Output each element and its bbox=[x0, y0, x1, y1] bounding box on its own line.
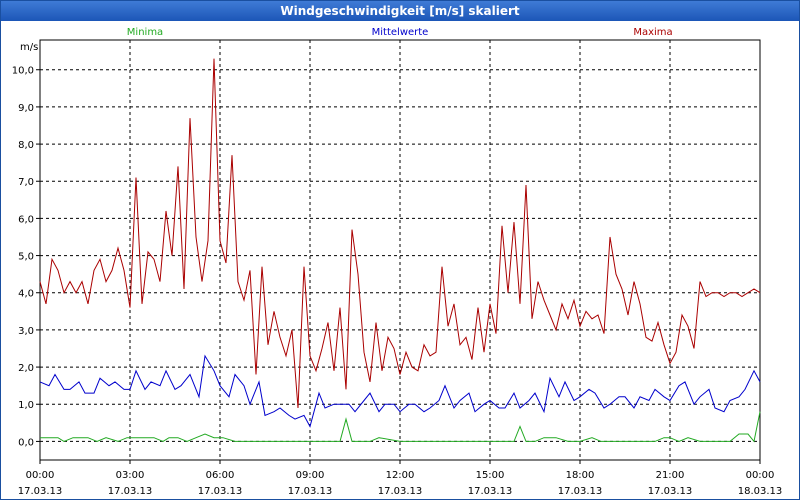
y-tick-label: 10,0 bbox=[12, 66, 34, 77]
x-tick-date: 17.03.13 bbox=[108, 486, 153, 497]
x-tick-time: 03:00 bbox=[116, 470, 145, 481]
y-axis-ticks: 0,0 1,0 2,0 3,0 4,0 5,0 6,0 7,0 8,0 9,0 10,0 bbox=[12, 66, 40, 448]
y-tick-label: 4,0 bbox=[18, 289, 34, 300]
x-tick-time: 15:00 bbox=[476, 470, 505, 481]
x-tick-date: 17.03.13 bbox=[198, 486, 243, 497]
y-tick-label: 9,0 bbox=[18, 103, 34, 114]
x-tick-time: 21:00 bbox=[656, 470, 685, 481]
y-tick-label: 0,0 bbox=[18, 437, 34, 448]
x-tick-time: 18:00 bbox=[566, 470, 595, 481]
x-tick-time: 00:00 bbox=[746, 470, 775, 481]
x-tick-date: 17.03.13 bbox=[288, 486, 333, 497]
y-tick-label: 8,0 bbox=[18, 140, 34, 151]
y-tick-label: 7,0 bbox=[18, 177, 34, 188]
legend-minima: Minima bbox=[127, 27, 163, 38]
y-tick-label: 5,0 bbox=[18, 252, 34, 263]
y-tick-label: 1,0 bbox=[18, 400, 34, 411]
y-tick-label: 3,0 bbox=[18, 326, 34, 337]
x-tick-date: 18.03.13 bbox=[738, 486, 783, 497]
x-tick-time: 12:00 bbox=[386, 470, 415, 481]
y-tick-label: 6,0 bbox=[18, 214, 34, 225]
x-tick-time: 06:00 bbox=[206, 470, 235, 481]
grid bbox=[40, 40, 760, 460]
x-tick-date: 17.03.13 bbox=[18, 486, 63, 497]
x-tick-date: 17.03.13 bbox=[558, 486, 603, 497]
legend-mittelwerte: Mittelwerte bbox=[372, 27, 429, 38]
x-tick-date: 17.03.13 bbox=[648, 486, 693, 497]
x-tick-date: 17.03.13 bbox=[378, 486, 423, 497]
x-tick-time: 09:00 bbox=[296, 470, 325, 481]
y-tick-label: 2,0 bbox=[18, 363, 34, 374]
x-tick-date: 17.03.13 bbox=[468, 486, 513, 497]
legend-maxima: Maxima bbox=[633, 27, 672, 38]
x-tick-time: 00:00 bbox=[26, 470, 55, 481]
x-axis-ticks: 00:00 17.03.13 03:00 17.03.13 06:00 17.03.13 0… bbox=[18, 460, 783, 497]
y-axis-label: m/s bbox=[20, 42, 38, 53]
wind-speed-chart: 0,0 1,0 2,0 3,0 4,0 5,0 6,0 7,0 8,0 9,0 10,0 00:00… bbox=[12, 27, 783, 497]
